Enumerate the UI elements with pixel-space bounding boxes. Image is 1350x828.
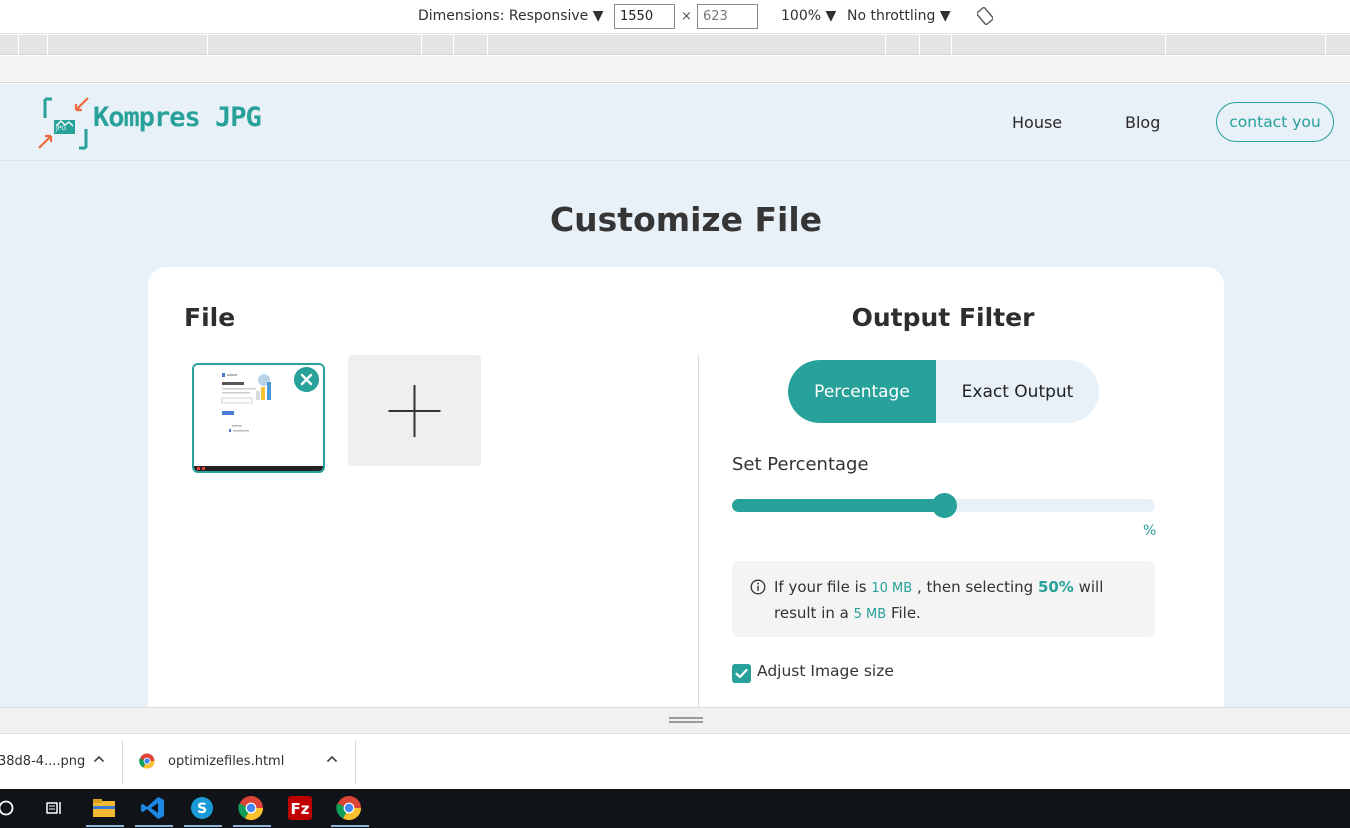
- filezilla-icon[interactable]: Fz: [287, 795, 313, 821]
- active-indicator: [233, 825, 271, 827]
- output-filter-heading: Output Filter: [851, 303, 1035, 332]
- adjust-image-size-label[interactable]: Adjust Image size: [757, 662, 894, 680]
- file-heading: File: [184, 303, 236, 332]
- add-file-button[interactable]: [348, 355, 481, 466]
- info-box: If your file is 10 MB , then selecting 5…: [732, 561, 1155, 637]
- times-symbol: ×: [681, 9, 692, 24]
- ruler-tick: [919, 35, 920, 55]
- task-view-icon[interactable]: [41, 795, 67, 821]
- svg-text:Fz: Fz: [291, 800, 310, 818]
- percent-unit: %: [1143, 523, 1157, 539]
- throttling-dropdown[interactable]: No throttling ▼: [847, 8, 951, 24]
- ruler-tick: [487, 35, 488, 55]
- set-percentage-label: Set Percentage: [732, 454, 869, 475]
- download-item[interactable]: optimizefiles.html: [123, 734, 355, 790]
- active-indicator: [135, 825, 173, 827]
- info-text-part1: If your file is: [774, 578, 867, 596]
- search-icon[interactable]: [0, 795, 22, 821]
- logo-text[interactable]: Kompres JPG: [93, 102, 262, 133]
- nav-link-house[interactable]: House: [1012, 113, 1062, 132]
- tab-exact-output[interactable]: Exact Output: [936, 360, 1099, 423]
- svg-text:S: S: [197, 801, 207, 817]
- devtools-device-toolbar: Dimensions: Responsive ▼ × 100% ▼ No thr…: [0, 0, 1350, 34]
- page-title: Customize File: [549, 200, 823, 239]
- plus-icon: [388, 385, 441, 437]
- height-input[interactable]: [697, 4, 758, 29]
- logo-badge: JPG: [56, 125, 67, 132]
- percentage-slider[interactable]: [732, 493, 1155, 518]
- ruler-tick: [1165, 35, 1166, 55]
- chrome-icon: [139, 753, 155, 769]
- chrome-icon[interactable]: [336, 795, 362, 821]
- ruler-tick: [421, 35, 422, 55]
- ruler-tick: [453, 35, 454, 55]
- ruler-spacer: [0, 56, 1350, 83]
- download-item[interactable]: 38d8-4....png: [0, 734, 122, 790]
- page-viewport: JPG Kompres JPG House Blog contact you C…: [0, 84, 1350, 707]
- ruler-tick: [1325, 35, 1326, 55]
- info-size-out: 5 MB: [853, 607, 887, 622]
- rotate-icon[interactable]: [977, 7, 993, 25]
- chevron-up-icon[interactable]: [326, 754, 338, 764]
- taskbar: S Fz: [0, 789, 1350, 828]
- ruler-tick: [207, 35, 208, 55]
- tab-percentage[interactable]: Percentage: [788, 360, 936, 423]
- dimensions-dropdown[interactable]: Dimensions: Responsive ▼: [418, 8, 604, 24]
- panel-divider: [698, 355, 699, 707]
- info-text: If your file is 10 MB , then selecting 5…: [774, 575, 1144, 627]
- skype-icon[interactable]: S: [189, 795, 215, 821]
- output-mode-toggle: Percentage Exact Output: [788, 360, 1099, 423]
- nav-link-blog[interactable]: Blog: [1125, 113, 1160, 132]
- active-indicator: [86, 825, 124, 827]
- ruler-tick: [951, 35, 952, 55]
- slider-thumb[interactable]: [932, 493, 957, 518]
- ruler-tick: [18, 35, 19, 55]
- resize-handle[interactable]: [669, 717, 703, 725]
- remove-file-button[interactable]: [294, 367, 319, 392]
- file-explorer-icon[interactable]: [91, 795, 117, 821]
- info-size-in: 10 MB: [871, 581, 913, 596]
- info-text-part2: , then selecting: [916, 578, 1034, 596]
- zoom-dropdown[interactable]: 100% ▼: [781, 8, 836, 24]
- ruler-tick: [47, 35, 48, 55]
- info-text-part4: File.: [890, 604, 921, 622]
- width-input[interactable]: [614, 4, 675, 29]
- info-icon: [750, 579, 766, 595]
- ruler-tick: [885, 35, 886, 55]
- viewport-resize-bar: [0, 707, 1350, 733]
- media-query-ruler[interactable]: [0, 35, 1350, 55]
- download-separator: [355, 740, 356, 784]
- active-indicator: [184, 825, 222, 827]
- site-navbar: JPG Kompres JPG House Blog contact you: [0, 84, 1350, 161]
- active-indicator: [331, 825, 369, 827]
- download-filename: optimizefiles.html: [168, 754, 285, 769]
- download-filename: 38d8-4....png: [0, 754, 86, 769]
- chrome-icon[interactable]: [238, 795, 264, 821]
- adjust-image-size-checkbox[interactable]: [732, 664, 751, 683]
- slider-fill: [732, 499, 944, 512]
- downloads-bar: 38d8-4....png optimizefiles.html: [0, 733, 1350, 789]
- info-percent: 50%: [1037, 578, 1074, 596]
- customize-card: File Output Filter Percentage Exact Outp…: [148, 267, 1224, 707]
- chevron-up-icon[interactable]: [93, 754, 105, 764]
- vscode-icon[interactable]: [140, 795, 166, 821]
- contact-button[interactable]: contact you: [1216, 102, 1334, 142]
